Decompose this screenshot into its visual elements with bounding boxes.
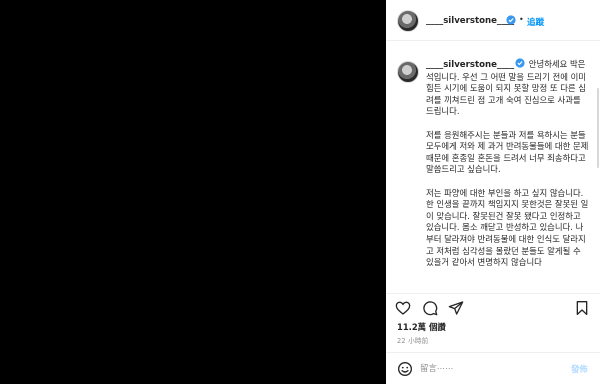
comment-bar: 發佈	[386, 352, 600, 384]
verified-badge-icon	[506, 15, 516, 25]
caption-paragraph: 저는 파양에 대한 부인을 하고 싶지 않습니다. 한 인생을 끝까지 책임지지…	[426, 187, 589, 268]
like-count[interactable]: 11.2萬 個讚	[397, 321, 446, 333]
post-timestamp[interactable]: 22 小時前	[397, 335, 428, 345]
smiley-icon[interactable]	[397, 361, 413, 377]
caption-text: ____silverstone____ 안녕하세요 박은석입니다. 우선 그 어…	[426, 57, 591, 280]
header-separator: •	[519, 15, 524, 24]
follow-button[interactable]: 追蹤	[527, 16, 544, 28]
author-avatar[interactable]	[397, 10, 419, 32]
comment-input[interactable]	[420, 360, 550, 376]
caption-area: ____silverstone____ 안녕하세요 박은석입니다. 우선 그 어…	[386, 41, 600, 291]
bookmark-icon[interactable]	[574, 300, 590, 316]
paper-plane-icon[interactable]	[448, 300, 464, 316]
action-bar	[386, 293, 600, 321]
caption-scrollbar[interactable]	[596, 82, 600, 291]
post-header: ____silverstone____ • 追蹤	[386, 0, 600, 41]
verified-badge-icon	[515, 58, 525, 68]
caption-author-avatar[interactable]	[397, 61, 419, 83]
post-side-panel: ____silverstone____ • 追蹤 ____silverstone…	[386, 0, 600, 384]
post-media-area	[0, 0, 386, 384]
comment-bubble-icon[interactable]	[422, 300, 438, 316]
heart-icon[interactable]	[395, 300, 411, 316]
post-comment-button[interactable]: 發佈	[571, 363, 588, 375]
caption-paragraph: 저를 응원해주시는 분들과 저를 욕하시는 분들 모두에게 저와 제 과거 반려…	[426, 129, 592, 175]
author-username[interactable]: ____silverstone____	[426, 16, 514, 26]
caption-username[interactable]: ____silverstone____	[426, 60, 514, 70]
